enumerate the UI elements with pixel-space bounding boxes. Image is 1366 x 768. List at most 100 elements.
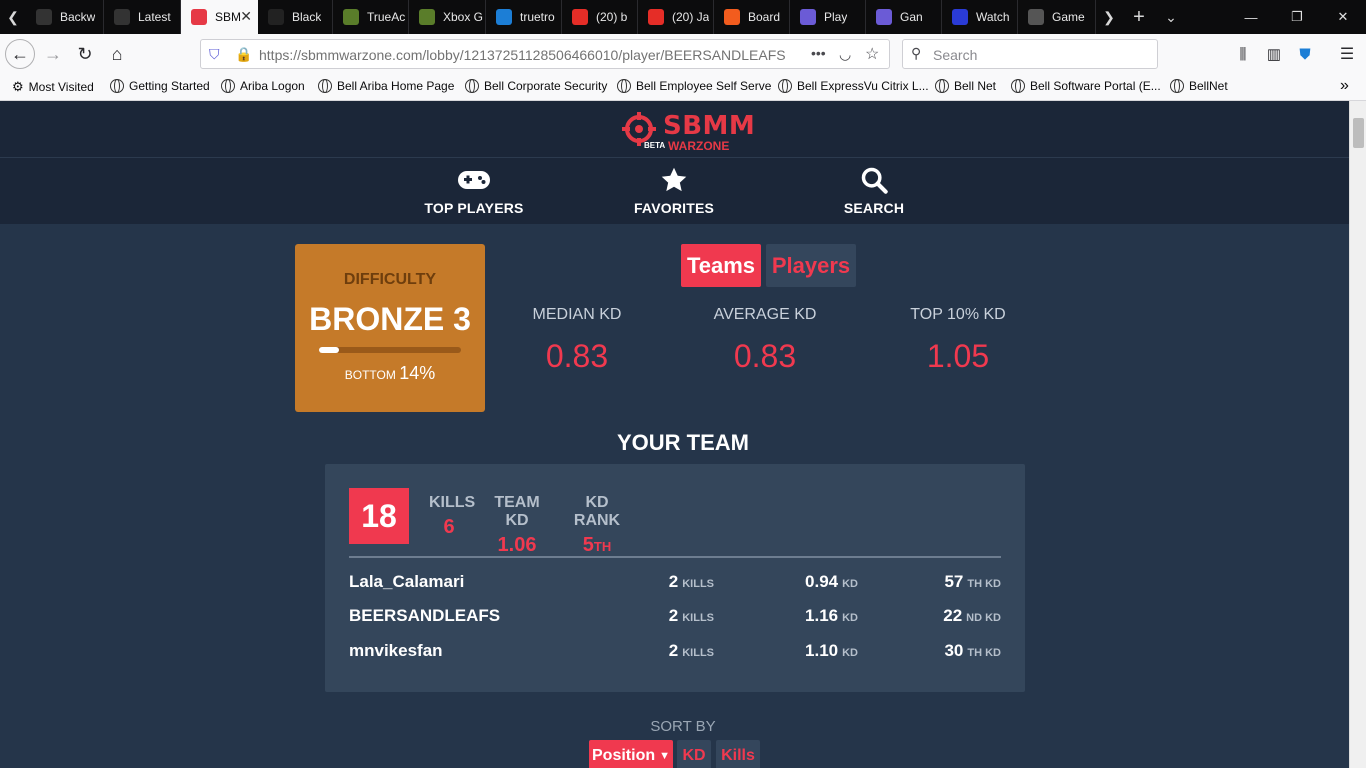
sort-kd-button[interactable]: KD <box>677 740 711 768</box>
bookmark-item[interactable]: Bell Corporate Security <box>465 79 607 93</box>
sort-position-dropdown[interactable]: Position ▼ <box>589 740 673 768</box>
player-row[interactable]: Lala_Calamari 2 KILLS 0.94 KD 57 TH KD <box>349 572 1001 596</box>
player-name[interactable]: Lala_Calamari <box>349 572 464 592</box>
home-icon[interactable]: ⌂ <box>102 39 132 69</box>
nav-favorites[interactable]: FAVORITES <box>594 166 754 216</box>
teams-toggle-button[interactable]: Teams <box>681 244 761 287</box>
tab-title: Board <box>748 10 781 24</box>
bookmark-most-visited[interactable]: ⚙ Most Visited <box>12 79 94 95</box>
new-tab-icon[interactable]: + <box>1126 0 1152 34</box>
tab-favicon-icon <box>343 9 359 25</box>
player-row[interactable]: BEERSANDLEAFS 2 KILLS 1.16 KD 22 ND KD <box>349 606 1001 630</box>
logo-beta: BETA <box>644 141 666 150</box>
browser-tab[interactable]: Game <box>1018 0 1096 34</box>
bookmark-item[interactable]: Bell Employee Self Serve <box>617 79 771 93</box>
bookmark-label: Bell Net <box>954 79 997 93</box>
bookmarks-overflow-chevron-icon[interactable]: » <box>1340 77 1349 95</box>
player-row[interactable]: mnvikesfan 2 KILLS 1.10 KD 30 TH KD <box>349 641 1001 665</box>
page-actions-icon[interactable]: ••• <box>811 45 826 61</box>
difficulty-card: DIFFICULTY BRONZE 3 BOTTOM 14% <box>295 244 485 412</box>
bookmarks-toolbar: ⚙ Most Visited Getting Started Ariba Logon B… <box>0 74 1366 101</box>
difficulty-rank: BRONZE 3 <box>309 301 471 337</box>
page-scrollbar[interactable] <box>1349 101 1366 768</box>
bookmark-label: Bell Employee Self Serve <box>636 79 772 93</box>
url-bar[interactable]: ⛉ 🔒 https://sbmmwarzone.com/lobby/121372… <box>200 39 890 69</box>
browser-tab[interactable]: Board <box>714 0 790 34</box>
tab-favicon-icon <box>952 9 968 25</box>
bookmark-item[interactable]: BellNet <box>1170 79 1228 93</box>
bookmark-item[interactable]: Bell Ariba Home Page <box>318 79 454 93</box>
reload-icon[interactable]: ↻ <box>70 39 100 69</box>
player-kd: 1.10 KD <box>805 641 858 660</box>
browser-tab[interactable]: Backw <box>26 0 104 34</box>
tab-list-chevron-down-icon[interactable]: ⌄ <box>1158 0 1184 34</box>
logo-title: SBMM <box>663 111 756 141</box>
player-name[interactable]: mnvikesfan <box>349 641 443 661</box>
browser-tab[interactable]: TrueAc <box>333 0 409 34</box>
browser-tab[interactable]: (20) b <box>562 0 638 34</box>
nav-top-players-label: TOP PLAYERS <box>424 200 524 216</box>
browser-tab[interactable]: Xbox G <box>409 0 486 34</box>
browser-tab[interactable]: Watch <box>942 0 1018 34</box>
tab-title: Game <box>1052 10 1085 24</box>
team-divider <box>349 556 1001 558</box>
tab-scroll-left-icon[interactable]: ❮ <box>0 0 26 34</box>
player-kd: 0.94 KD <box>805 572 858 591</box>
window-close-icon[interactable]: ✕ <box>1320 0 1366 34</box>
sbmm-logo[interactable]: SBMM BETA WARZONE <box>620 109 755 153</box>
sort-position-label: Position <box>592 747 656 764</box>
median-kd-value: 0.83 <box>545 338 609 374</box>
minimize-icon[interactable]: — <box>1228 0 1274 34</box>
browser-tab[interactable]: Play <box>790 0 866 34</box>
tab-title: (20) Ja <box>672 10 710 24</box>
tab-close-icon[interactable]: ✕ <box>240 8 252 25</box>
bookmark-item[interactable]: Ariba Logon <box>221 79 305 93</box>
browser-tab[interactable]: (20) Ja <box>638 0 714 34</box>
player-kd-rank: 57 TH KD <box>944 572 1001 591</box>
tab-favicon-icon <box>648 9 664 25</box>
tab-title: Black <box>292 10 322 24</box>
bookmark-star-icon[interactable]: ☆ <box>865 44 879 64</box>
nav-top-players[interactable]: TOP PLAYERS <box>394 166 554 216</box>
back-arrow-icon[interactable]: ← <box>5 39 35 69</box>
library-icon[interactable]: ⫼ <box>1228 39 1258 69</box>
team-kills-value: 6 <box>443 516 455 538</box>
team-kd-stat: TEAM KD 1.06 <box>485 494 549 557</box>
gear-icon: ⚙ <box>12 79 24 94</box>
restore-icon[interactable]: ❐ <box>1274 0 1320 34</box>
nav-search[interactable]: SEARCH <box>794 166 954 216</box>
menu-hamburger-icon[interactable]: ☰ <box>1332 39 1362 69</box>
sidebar-icon[interactable]: ▥ <box>1259 39 1289 69</box>
median-kd-label: MEDIAN KD <box>532 306 622 323</box>
browser-tab[interactable]: truetro <box>486 0 562 34</box>
bookmark-item[interactable]: Getting Started <box>110 79 210 93</box>
lock-icon[interactable]: 🔒 <box>235 46 252 63</box>
bookmark-item[interactable]: Bell Net <box>935 79 996 93</box>
browser-tab[interactable]: Latest <box>104 0 181 34</box>
browser-tab[interactable]: SBM ✕ <box>181 0 258 34</box>
median-kd-stat: MEDIAN KD 0.83 <box>487 306 667 375</box>
sort-kills-button[interactable]: Kills <box>716 740 760 768</box>
team-kd-label: TEAM KD <box>494 494 540 529</box>
tab-favicon-icon <box>191 9 207 25</box>
bookmark-item[interactable]: Bell Software Portal (E... <box>1011 79 1161 93</box>
search-input[interactable]: ⚲ Search <box>902 39 1158 69</box>
browser-tab[interactable]: Gan <box>866 0 942 34</box>
tab-title: Watch <box>976 10 1010 24</box>
player-name[interactable]: BEERSANDLEAFS <box>349 606 500 626</box>
gamepad-icon <box>394 166 554 194</box>
tab-favicon-icon <box>1028 9 1044 25</box>
tab-scroll-right-icon[interactable]: ❯ <box>1096 0 1122 34</box>
tracking-protection-shield-icon[interactable]: ⛉ <box>209 46 220 63</box>
browser-tab[interactable]: Black <box>258 0 333 34</box>
forward-arrow-icon[interactable]: → <box>38 39 68 69</box>
players-toggle-button[interactable]: Players <box>766 244 856 287</box>
globe-icon <box>778 79 792 93</box>
bookmark-item[interactable]: Bell ExpressVu Citrix L... <box>778 79 929 93</box>
tab-title: Latest <box>138 10 171 24</box>
url-text[interactable]: https://sbmmwarzone.com/lobby/1213725112… <box>259 47 786 63</box>
extension-icon[interactable]: ⛊ <box>1290 39 1320 69</box>
tab-title: SBM <box>215 10 242 24</box>
pocket-icon[interactable]: ◡ <box>839 46 851 63</box>
scrollbar-thumb[interactable] <box>1353 118 1364 148</box>
